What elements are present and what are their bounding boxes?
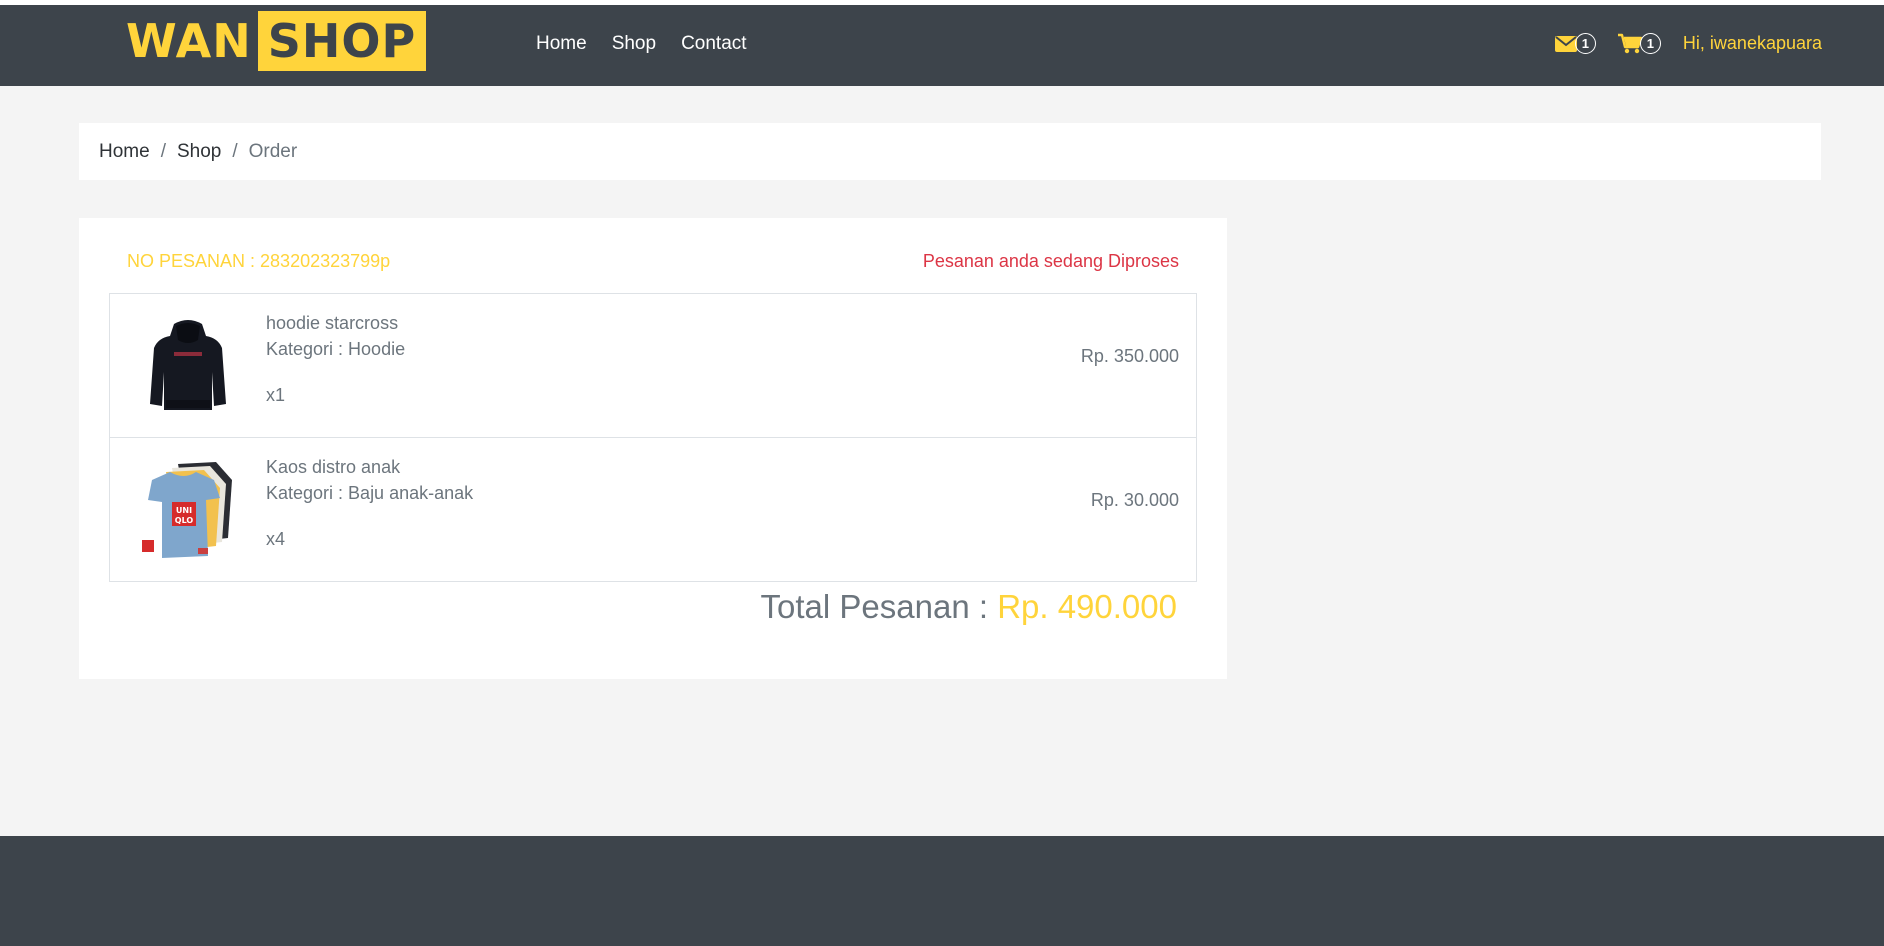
user-nav: 1 1 Hi, iwanekapuara [1554,33,1822,54]
cart-count-badge: 1 [1639,33,1661,54]
main-nav: Home Shop Contact [536,33,747,55]
svg-text:QLO: QLO [175,516,194,525]
product-name: hoodie starcross [266,313,399,333]
nav-home-link[interactable]: Home [536,33,587,55]
brand-part1: WAN [126,14,252,68]
navbar: WAN SHOP Home Shop Contact 1 1 Hi, iwane… [0,5,1884,86]
product-name: Kaos distro anak [266,457,401,477]
order-total-label: Total Pesanan : [760,588,998,625]
breadcrumb-shop-link[interactable]: Shop [177,141,221,163]
breadcrumb-current: Order [248,140,298,162]
breadcrumb-separator: / [232,140,238,162]
user-greeting-link[interactable]: Hi, iwanekapuara [1683,33,1822,54]
breadcrumb: Home / Shop / Order [79,123,1821,180]
order-total: Total Pesanan : Rp. 490.000 [761,588,1177,626]
order-total-value: Rp. 490.000 [997,588,1177,625]
nav-contact-link[interactable]: Contact [681,33,746,55]
order-number: NO PESANAN : 283202323799p [127,251,391,271]
envelope-icon [1554,35,1577,52]
cart-button[interactable]: 1 [1617,33,1661,54]
product-price: Rp. 30.000 [1090,490,1179,510]
order-status: Pesanan anda sedang Diproses [922,251,1179,271]
footer [0,836,1884,946]
breadcrumb-home-link[interactable]: Home [99,141,150,163]
breadcrumb-separator: / [160,140,166,162]
messages-count-badge: 1 [1574,33,1596,54]
order-card: NO PESANAN : 283202323799p Pesanan anda … [79,218,1227,679]
order-item-row: hoodie starcross Kategori : Hoodie x1 Rp… [110,294,1196,438]
product-category: Kategori : Baju anak-anak [266,483,474,503]
svg-text:UNI: UNI [176,506,192,515]
cart-icon [1617,33,1642,54]
order-item-row: UNI QLO Kaos distro anak Kategori : Baju… [110,438,1196,581]
order-items-table: hoodie starcross Kategori : Hoodie x1 Rp… [109,293,1197,582]
brand-part2: SHOP [257,11,427,71]
product-image-hoodie [136,314,240,418]
product-quantity: x4 [266,529,286,549]
nav-shop-link[interactable]: Shop [612,33,656,55]
brand-logo[interactable]: WAN SHOP [126,11,427,71]
product-price: Rp. 350.000 [1080,346,1179,366]
product-quantity: x1 [266,385,286,405]
product-image-kids-tshirts: UNI QLO [136,458,240,562]
messages-button[interactable]: 1 [1554,33,1596,54]
product-category: Kategori : Hoodie [266,339,406,359]
